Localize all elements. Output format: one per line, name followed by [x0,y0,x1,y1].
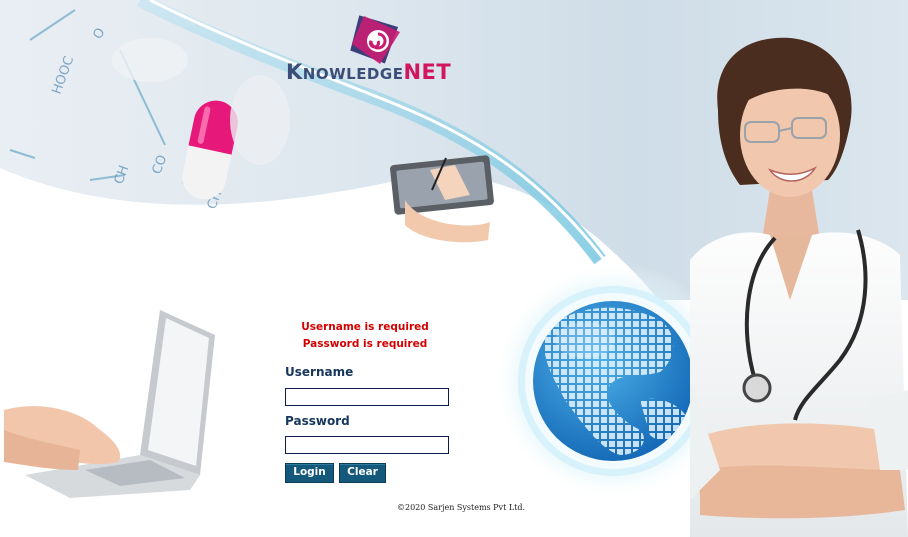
password-label: Password [285,414,350,428]
logo-middle: NOWLEDGE [302,65,404,83]
logo-wordmark: KNOWLEDGENET [286,60,451,84]
app-logo: KNOWLEDGENET [286,14,486,84]
logo-brand: NET [403,60,452,84]
copyright-text: ©2020 Sarjen Systems Pvt Ltd. [397,503,526,512]
password-error: Password is required [302,338,428,350]
clear-button[interactable]: Clear [339,463,386,483]
login-page: HOOC O CH CO CO CH [0,0,908,537]
validation-summary: Username is required Password is require… [285,319,445,353]
username-label: Username [285,365,354,379]
username-input[interactable] [285,388,449,406]
logo-initial: K [286,60,303,84]
swirl-logo-icon [350,15,400,64]
username-error: Username is required [301,321,429,333]
globe-icon [533,301,693,461]
login-button[interactable]: Login [285,463,334,483]
password-input[interactable] [285,436,449,454]
